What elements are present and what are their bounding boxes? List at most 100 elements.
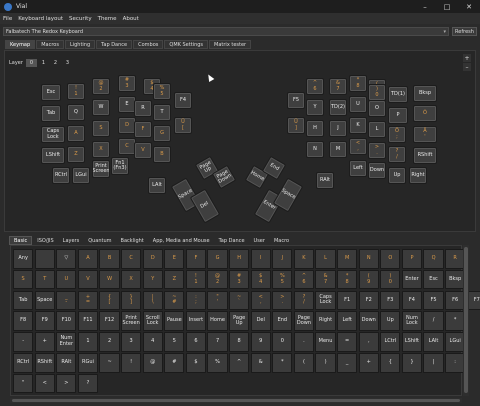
keycode-button[interactable]: F1 [337,290,358,311]
keycode-button[interactable]: > [56,373,77,394]
keycode-button[interactable]: Page Up [229,311,250,331]
keymap-key[interactable]: U [349,96,367,113]
keycode-button[interactable]: Tab [13,290,34,311]
keymap-key[interactable]: Ü ] [287,117,305,134]
keymap-key[interactable]: Up [388,167,406,184]
keycode-button[interactable]: G [207,249,228,269]
keymap-key[interactable]: S [92,120,110,137]
keycode-button[interactable]: Caps Lock [315,290,336,311]
keymap-key[interactable]: # 3 [118,75,136,92]
tab-tap-dance[interactable]: Tap Dance [96,40,133,49]
tab-quantum[interactable]: Quantum [84,236,115,245]
keycode-button[interactable]: Pause [164,311,185,331]
keymap-key[interactable]: Q [67,104,85,121]
keycode-button[interactable]: Num Enter [56,332,77,352]
keycode-button[interactable]: V [77,269,99,290]
keycode-button[interactable]: @ 2 [207,269,228,290]
keycode-button[interactable]: B [99,249,120,269]
keycode-button[interactable]: RAlt [56,353,77,373]
keycode-button[interactable]: Insert [185,311,207,331]
keycode-button[interactable]: _ - [56,290,77,311]
keycode-button[interactable]: | [423,353,444,373]
zoom-in-button[interactable]: + [463,54,471,62]
keycode-button[interactable]: F2 [358,290,379,311]
keycode-button[interactable]: Print Screen [121,311,142,331]
keymap-key[interactable]: > . [368,142,386,159]
keycode-button[interactable]: / [423,311,444,331]
keycode-button[interactable]: 6 [185,332,207,352]
keycode-button[interactable]: F10 [56,311,77,331]
keycode-button[interactable]: # 3 [229,269,250,290]
keycode-button[interactable]: LShift [401,332,423,352]
scrollbar-thumb[interactable] [12,399,460,402]
keycode-button[interactable]: Home [207,311,228,331]
keycode-button[interactable]: F8 [13,311,34,331]
keycode-button[interactable]: End [272,311,293,331]
keycode-button[interactable]: K [293,249,315,269]
keymap-key[interactable]: L [368,121,386,138]
keycode-button[interactable]: # [164,353,185,373]
keycode-button[interactable]: E [164,249,185,269]
keycode-button[interactable]: ~ # [164,290,185,311]
keycode-button[interactable] [34,249,55,269]
keycode-button[interactable]: $ [185,353,207,373]
keymap-key[interactable]: J [329,120,347,137]
keycode-button[interactable]: : ; [185,290,207,311]
tab-backlight[interactable]: Backlight [117,236,148,245]
keycode-button[interactable]: - [13,332,34,352]
keycode-button[interactable]: Z [164,269,185,290]
keymap-key[interactable]: LGui [72,167,90,184]
keycode-button[interactable]: 9 [250,332,271,352]
tab-basic[interactable]: Basic [9,236,33,245]
keycode-button[interactable]: Down [358,311,379,331]
tab-tap-dance-keys[interactable]: Tap Dance [215,236,249,245]
keycode-button[interactable]: T [34,269,55,290]
keycode-button[interactable]: F9 [34,311,55,331]
minimize-button[interactable]: – [414,0,436,13]
keycode-button[interactable]: + [358,353,379,373]
keymap-key[interactable]: P [388,107,408,124]
keycode-button[interactable]: L [315,249,336,269]
keycode-button[interactable]: . [293,332,315,352]
keymap-key[interactable]: Print Screen [92,160,110,178]
layer-button-0[interactable]: 0 [25,59,37,67]
keycode-button[interactable]: Del [250,311,271,331]
keymap-key[interactable]: & 7 [329,78,347,95]
keycode-button[interactable]: ^ [229,353,250,373]
keymap-key[interactable]: K [349,117,367,134]
keycode-button[interactable]: LAlt [423,332,444,352]
keymap-key[interactable]: TD(2) [329,99,347,116]
menu-security[interactable]: Security [69,16,92,22]
tab-matrix-tester[interactable]: Matrix tester [209,40,252,49]
keymap-key[interactable]: * 8 [349,75,367,92]
keycode-button[interactable]: RGui [77,353,99,373]
keycode-button[interactable]: Num Lock [401,311,423,331]
keycode-button[interactable]: _ [337,353,358,373]
keymap-key[interactable]: W [92,99,110,116]
keymap-key[interactable]: T [153,104,171,121]
keycode-button[interactable]: * 8 [337,269,358,290]
keymap-key[interactable]: RAlt [316,172,334,189]
keycode-button[interactable]: Y [142,269,163,290]
keycode-button[interactable]: Left [337,311,358,331]
keycode-button[interactable]: F [185,249,207,269]
keymap-key[interactable]: A [67,125,85,142]
keymap-key[interactable]: N [306,141,324,158]
tab-qmk-settings[interactable]: QMK Settings [164,40,209,49]
vertical-scrollbar[interactable] [463,245,469,396]
keymap-key[interactable]: % 5 [153,83,171,100]
keycode-button[interactable]: D [142,249,163,269]
keycode-button[interactable]: Up [380,311,401,331]
keycode-button[interactable]: I [250,249,271,269]
keycode-button[interactable]: ^ 6 [293,269,315,290]
keycode-button[interactable]: Page Down [293,311,315,331]
keycode-button[interactable]: ~ [99,353,120,373]
keymap-key[interactable]: @ 2 [92,78,110,95]
refresh-button[interactable]: Refresh [452,27,477,36]
menu-about[interactable]: About [123,16,139,22]
keycode-button[interactable]: , [358,332,379,352]
keycode-button[interactable]: M [337,249,358,269]
keymap-key[interactable]: Õ [413,105,437,122]
keycode-button[interactable]: Esc [423,269,444,290]
scrollbar-thumb[interactable] [464,247,468,393]
